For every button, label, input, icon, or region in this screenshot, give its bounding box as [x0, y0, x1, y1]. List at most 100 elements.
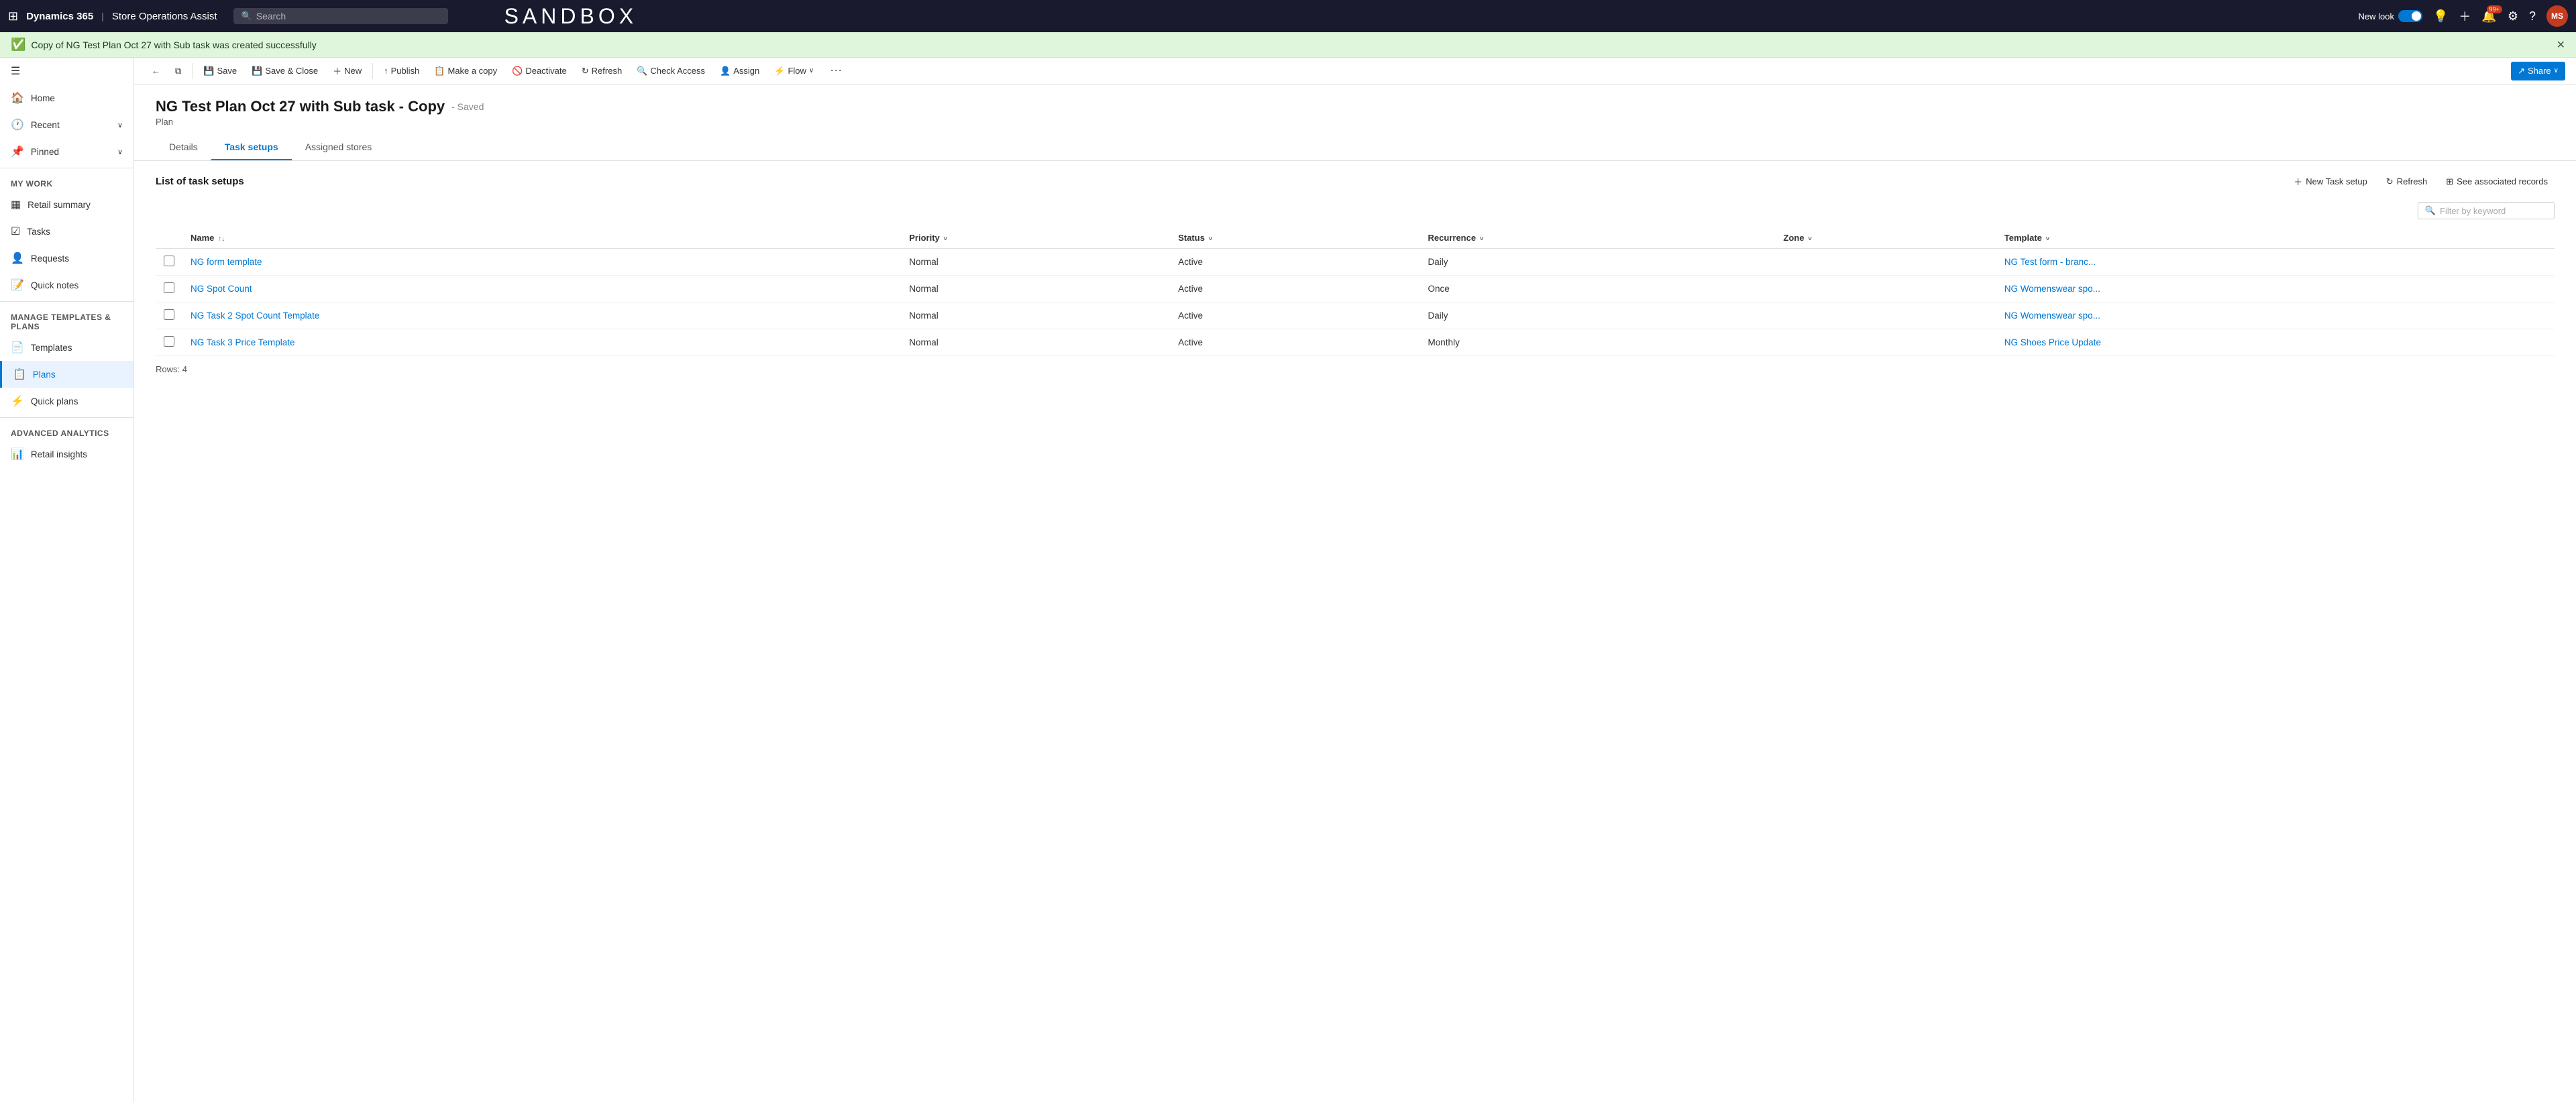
row-name-link-2[interactable]: NG Task 2 Spot Count Template — [191, 311, 319, 321]
success-banner: ✅ Copy of NG Test Plan Oct 27 with Sub t… — [0, 32, 2576, 58]
flow-button[interactable]: ⚡ Flow ∨ — [767, 62, 820, 80]
col-template[interactable]: Template ˅ — [1996, 227, 2555, 249]
row-checkbox-1[interactable] — [164, 282, 174, 293]
col-recurrence[interactable]: Recurrence ˅ — [1420, 227, 1776, 249]
more-button[interactable]: ⋯ — [824, 61, 847, 80]
sidebar-item-templates[interactable]: 📄 Templates — [0, 334, 133, 361]
row-name-cell-2: NG Task 2 Spot Count Template — [182, 302, 901, 329]
help-icon[interactable]: ? — [2529, 9, 2536, 23]
banner-close-button[interactable]: ✕ — [2557, 38, 2565, 52]
check-access-button[interactable]: 🔍 Check Access — [630, 62, 712, 80]
sidebar-item-requests[interactable]: 👤 Requests — [0, 245, 133, 272]
see-associated-button[interactable]: ⊞ See associated records — [2439, 173, 2555, 190]
row-status-cell-1: Active — [1170, 276, 1419, 302]
make-copy-button[interactable]: 📋 Make a copy — [427, 62, 504, 80]
row-priority-cell-2: Normal — [901, 302, 1170, 329]
row-checkbox-0[interactable] — [164, 256, 174, 266]
share-chevron: ∨ — [2554, 67, 2559, 74]
new-look-toggle[interactable]: New look — [2359, 10, 2422, 22]
sidebar: ☰ 🏠 Home 🕐 Recent ∨ 📌 Pinned ∨ My work ▦… — [0, 58, 134, 1102]
sidebar-item-retail-insights[interactable]: 📊 Retail insights — [0, 441, 133, 467]
app-module: Store Operations Assist — [112, 11, 217, 22]
deactivate-button[interactable]: 🚫 Deactivate — [505, 62, 574, 80]
sidebar-item-templates-label: Templates — [31, 343, 72, 353]
row-template-link-2[interactable]: NG Womenswear spo... — [2004, 311, 2100, 321]
row-checkbox-cell[interactable] — [156, 249, 182, 276]
row-checkbox-2[interactable] — [164, 309, 174, 320]
lightbulb-icon[interactable]: 💡 — [2433, 9, 2448, 23]
form-saved-badge: - Saved — [451, 101, 484, 112]
refresh-label: Refresh — [592, 66, 623, 76]
sidebar-item-quick-plans[interactable]: ⚡ Quick plans — [0, 388, 133, 415]
row-checkbox-cell[interactable] — [156, 276, 182, 302]
sidebar-item-plans[interactable]: 📋 Plans — [0, 361, 133, 388]
duplicate-button[interactable]: ⧉ — [168, 62, 188, 80]
save-button[interactable]: 💾 Save — [197, 62, 244, 80]
sidebar-item-tasks[interactable]: ☑ Tasks — [0, 218, 133, 245]
sidebar-item-pinned[interactable]: 📌 Pinned ∨ — [0, 138, 133, 165]
row-checkbox-cell[interactable] — [156, 329, 182, 356]
settings-icon[interactable]: ⚙ — [2508, 9, 2518, 23]
waffle-icon[interactable]: ⊞ — [8, 9, 18, 23]
row-name-link-0[interactable]: NG form template — [191, 257, 262, 267]
sidebar-item-retail-summary[interactable]: ▦ Retail summary — [0, 191, 133, 218]
assign-label: Assign — [733, 66, 759, 76]
publish-icon: ↑ — [384, 66, 388, 76]
new-look-switch[interactable] — [2398, 10, 2422, 22]
row-checkbox-3[interactable] — [164, 336, 174, 347]
col-priority-label: Priority — [909, 233, 940, 243]
notification-icon[interactable]: 🔔 99+ — [2481, 9, 2496, 23]
new-task-setup-button[interactable]: ＋ New Task setup — [2287, 172, 2374, 191]
tab-assigned-stores[interactable]: Assigned stores — [292, 135, 386, 160]
row-template-link-0[interactable]: NG Test form - branc... — [2004, 257, 2096, 267]
templates-icon: 📄 — [11, 341, 24, 354]
col-status[interactable]: Status ˅ — [1170, 227, 1419, 249]
sidebar-menu-toggle[interactable]: ☰ — [0, 58, 133, 85]
row-checkbox-cell[interactable] — [156, 302, 182, 329]
col-status-label: Status — [1178, 233, 1205, 243]
new-button[interactable]: ＋ New — [326, 60, 368, 81]
task-table: Name ↑↓ Priority ˅ Status ˅ — [156, 227, 2555, 356]
sidebar-item-home[interactable]: 🏠 Home — [0, 85, 133, 111]
new-task-icon: ＋ — [2294, 175, 2302, 188]
row-template-link-3[interactable]: NG Shoes Price Update — [2004, 337, 2101, 347]
back-button[interactable]: ← — [145, 62, 167, 80]
filter-input[interactable] — [2440, 206, 2547, 216]
form-area: NG Test Plan Oct 27 with Sub task - Copy… — [134, 85, 2576, 1102]
search-box[interactable]: 🔍 — [233, 8, 448, 24]
col-zone-label: Zone — [1783, 233, 1804, 243]
deactivate-label: Deactivate — [525, 66, 566, 76]
sidebar-item-quick-notes[interactable]: 📝 Quick notes — [0, 272, 133, 298]
assign-button[interactable]: 👤 Assign — [713, 62, 766, 80]
save-label: Save — [217, 66, 237, 76]
deactivate-icon: 🚫 — [512, 66, 523, 76]
flow-icon: ⚡ — [774, 66, 785, 76]
tab-details[interactable]: Details — [156, 135, 211, 160]
new-look-label: New look — [2359, 11, 2394, 21]
plus-icon[interactable]: ＋ — [2459, 7, 2471, 25]
row-name-link-3[interactable]: NG Task 3 Price Template — [191, 337, 295, 347]
search-input[interactable] — [256, 11, 440, 21]
col-priority[interactable]: Priority ˅ — [901, 227, 1170, 249]
tasks-icon: ☑ — [11, 225, 20, 238]
col-name[interactable]: Name ↑↓ — [182, 227, 901, 249]
row-template-link-1[interactable]: NG Womenswear spo... — [2004, 284, 2100, 294]
make-copy-icon: 📋 — [434, 66, 445, 76]
publish-button[interactable]: ↑ Publish — [377, 62, 426, 80]
col-zone[interactable]: Zone ˅ — [1775, 227, 1996, 249]
refresh-button[interactable]: ↻ Refresh — [575, 62, 629, 80]
filter-box[interactable]: 🔍 — [2418, 202, 2555, 219]
list-refresh-button[interactable]: ↻ Refresh — [2379, 173, 2434, 190]
sidebar-item-retail-insights-label: Retail insights — [31, 449, 87, 459]
form-tabs: Details Task setups Assigned stores — [156, 135, 2555, 160]
table-row: NG Spot Count Normal Active Once NG Wome… — [156, 276, 2555, 302]
row-recurrence-cell-2: Daily — [1420, 302, 1776, 329]
avatar[interactable]: MS — [2546, 5, 2568, 27]
sidebar-item-recent[interactable]: 🕐 Recent ∨ — [0, 111, 133, 138]
list-header: List of task setups ＋ New Task setup ↻ R… — [156, 172, 2555, 191]
check-access-icon: 🔍 — [637, 66, 647, 76]
share-button[interactable]: ↗ Share ∨ — [2511, 62, 2565, 80]
save-close-button[interactable]: 💾 Save & Close — [245, 62, 325, 80]
row-name-link-1[interactable]: NG Spot Count — [191, 284, 252, 294]
tab-task-setups[interactable]: Task setups — [211, 135, 292, 160]
